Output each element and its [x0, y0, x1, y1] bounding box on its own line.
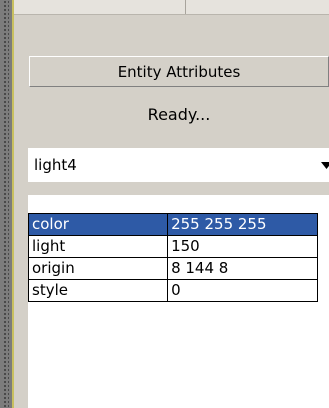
dropdown-arrow-glyph: [320, 161, 329, 169]
entity-select-value: light4: [34, 156, 77, 174]
attribute-key[interactable]: color: [27, 213, 169, 236]
attribute-value[interactable]: 0: [167, 279, 318, 302]
entity-panel: Entity Attributes Ready... light4 color …: [14, 0, 329, 408]
header-divider[interactable]: [185, 0, 186, 14]
attribute-key[interactable]: origin: [27, 257, 169, 280]
panel-header-strip: [14, 0, 329, 15]
entity-inspector-window: Entity Attributes Ready... light4 color …: [0, 0, 329, 408]
section-title-label: Entity Attributes: [117, 62, 241, 81]
entity-attributes-header: Entity Attributes: [29, 56, 329, 87]
attribute-value[interactable]: 255 255 255: [167, 213, 318, 236]
dropdown-arrow-icon[interactable]: [315, 148, 329, 182]
attribute-key[interactable]: style: [27, 279, 169, 302]
splitter-grip[interactable]: [3, 0, 9, 408]
status-text: Ready...: [147, 104, 211, 124]
attribute-value[interactable]: 150: [167, 235, 318, 258]
attribute-value[interactable]: 8 144 8: [167, 257, 318, 280]
attributes-table: color 255 255 255 light 150 origin 8 144…: [27, 213, 318, 302]
attribute-row-color[interactable]: color 255 255 255: [27, 213, 318, 236]
attribute-row-origin[interactable]: origin 8 144 8: [27, 257, 318, 280]
attributes-list: color 255 255 255 light 150 origin 8 144…: [27, 195, 329, 408]
attribute-row-style[interactable]: style 0: [27, 279, 318, 302]
attribute-row-light[interactable]: light 150: [27, 235, 318, 258]
entity-select[interactable]: light4: [28, 148, 329, 182]
attribute-key[interactable]: light: [27, 235, 169, 258]
